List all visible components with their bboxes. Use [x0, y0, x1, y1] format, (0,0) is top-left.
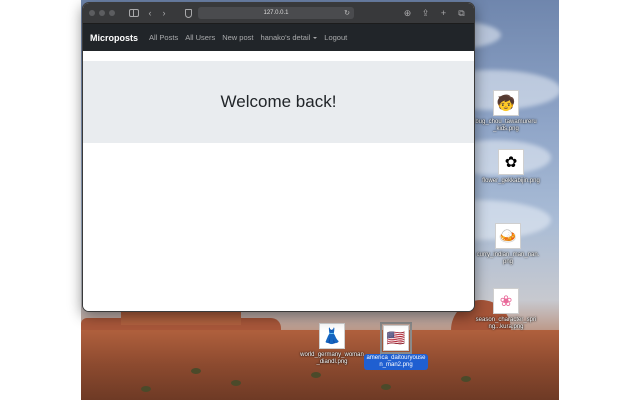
desktop-file-label: america_daitouryousen_man2.png [364, 354, 428, 370]
desktop-file-label: flower_gekkabijin.png [482, 178, 540, 184]
kids-butterfly-icon: 🧒 [493, 90, 519, 116]
sidebar-toggle-icon[interactable] [129, 9, 139, 17]
close-window-button[interactable] [89, 10, 95, 16]
url-text: 127.0.0.1 [263, 10, 289, 16]
nav-link-all-users[interactable]: All Users [185, 33, 215, 42]
reload-icon[interactable]: ↻ [344, 9, 350, 17]
nav-dropdown-user-detail[interactable]: hanako's detail [260, 33, 318, 42]
downloads-icon[interactable]: ⊕ [401, 3, 414, 24]
browser-toolbar: ‹ › 127.0.0.1 ↻ ⊕ ⇪ + ⧉ [83, 3, 474, 24]
site-navbar: Microposts All Posts All Users New post … [83, 24, 474, 51]
navbar-brand[interactable]: Microposts [90, 33, 138, 43]
privacy-shield-icon[interactable] [185, 8, 192, 18]
desktop-file-label: world_germany_woman_diandl.png [300, 352, 364, 365]
window-controls [89, 10, 115, 16]
browser-window: ‹ › 127.0.0.1 ↻ ⊕ ⇪ + ⧉ Microposts All P… [82, 2, 475, 312]
page-title: Welcome back! [220, 92, 337, 111]
desktop-file-icon[interactable]: ✿ flower_gekkabijin.png [479, 149, 543, 185]
sakura-icon: ❀ [493, 288, 519, 314]
page-content: Welcome back! [83, 51, 474, 311]
america-flag-man-icon: 🇺🇸 [380, 322, 412, 354]
zoom-window-button[interactable] [109, 10, 115, 16]
desktop-file-label: season_character_spring...kura.png [475, 317, 537, 330]
desktop-file-icon-selected[interactable]: 🇺🇸 america_daitouryousen_man2.png [364, 322, 428, 370]
new-tab-icon[interactable]: + [437, 3, 450, 24]
address-bar[interactable]: 127.0.0.1 ↻ [198, 7, 354, 19]
jumbotron: Welcome back! [83, 61, 474, 143]
desktop-file-label: curry_indian_man_nan.png [476, 252, 540, 265]
caret-down-icon [313, 37, 318, 40]
forward-icon[interactable]: › [157, 3, 171, 24]
nav-link-all-posts[interactable]: All Posts [149, 33, 178, 42]
desktop-file-icon[interactable]: 🍛 curry_indian_man_nan.png [476, 223, 540, 266]
desktop-file-icon[interactable]: 🧒 bug_chou_tawamureru_kids.png [474, 90, 538, 133]
tab-overview-icon[interactable]: ⧉ [455, 3, 468, 24]
nav-link-logout[interactable]: Logout [324, 33, 347, 42]
desktop-file-icon[interactable]: ❀ season_character_spring...kura.png [474, 288, 538, 331]
back-icon[interactable]: ‹ [143, 3, 157, 24]
flower-icon: ✿ [498, 149, 524, 175]
germany-woman-icon: 👗 [319, 323, 345, 349]
curry-man-icon: 🍛 [495, 223, 521, 249]
minimize-window-button[interactable] [99, 10, 105, 16]
desktop-file-icon[interactable]: 👗 world_germany_woman_diandl.png [300, 323, 364, 366]
nav-dropdown-label: hanako's detail [260, 33, 311, 42]
desktop-file-label: bug_chou_tawamureru_kids.png [475, 119, 537, 132]
nav-link-new-post[interactable]: New post [222, 33, 253, 42]
share-icon[interactable]: ⇪ [419, 3, 432, 24]
